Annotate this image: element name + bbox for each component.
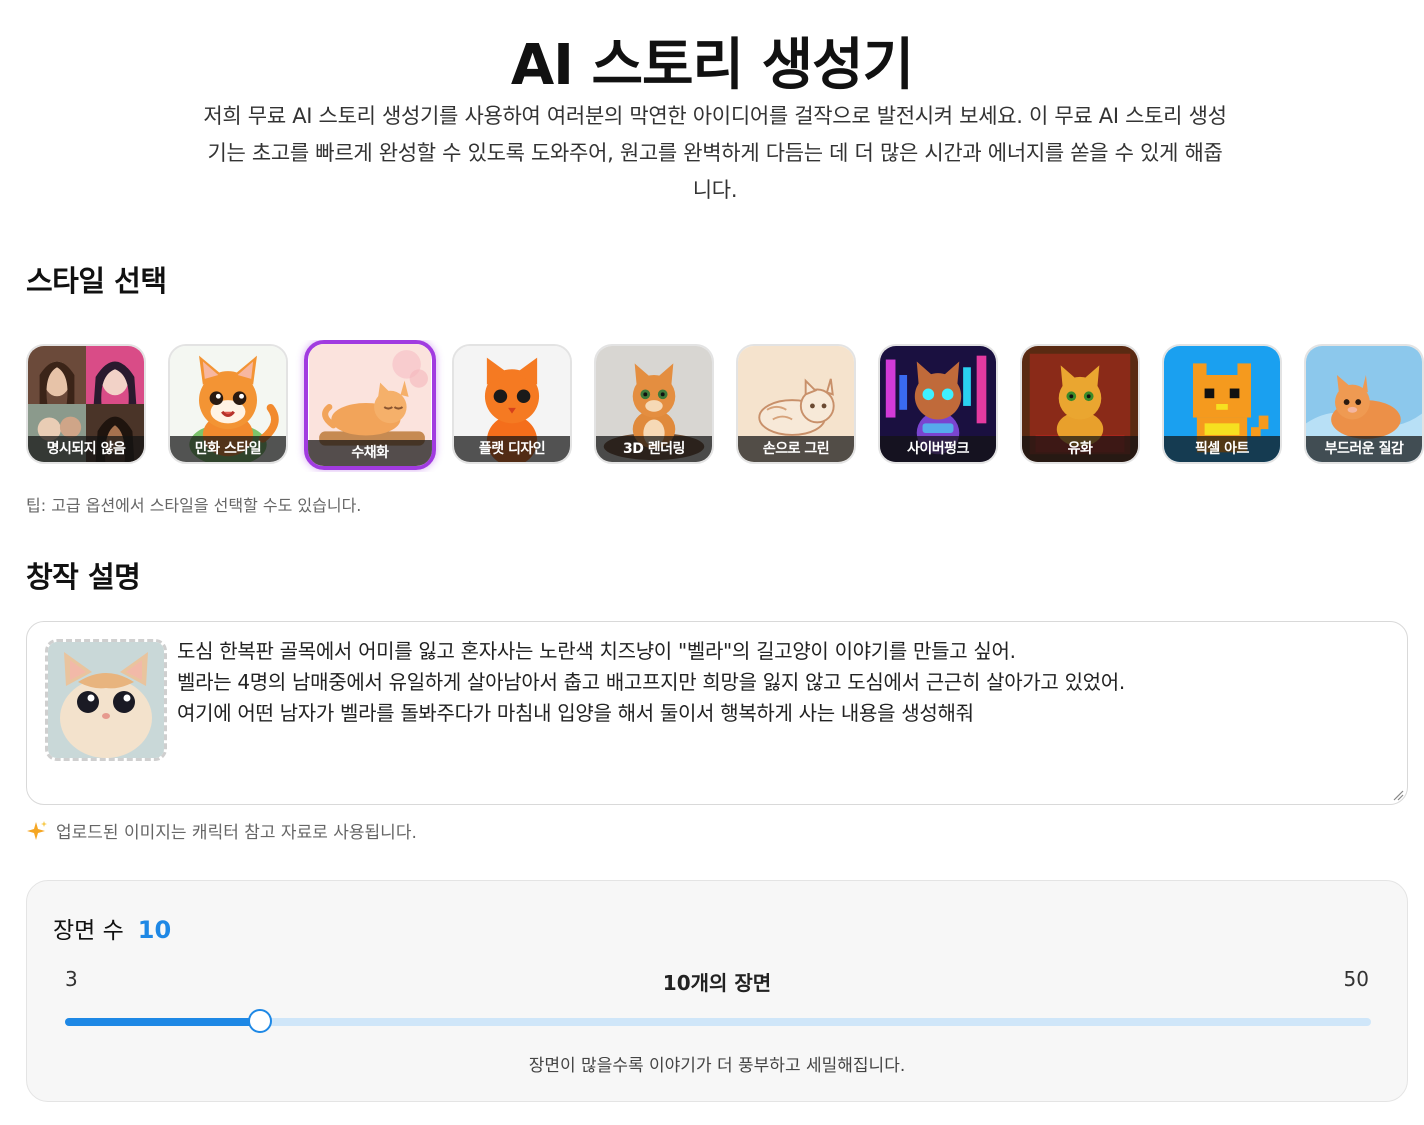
slider-current-label: 10개의 장면	[662, 971, 772, 995]
slider-max-label: 50	[1343, 967, 1369, 991]
scene-count-heading: 장면 수 10	[53, 911, 171, 945]
style-label: 플랫 디자인	[454, 436, 570, 462]
style-label: 부드러운 질감	[1306, 436, 1422, 462]
style-label: 픽셀 아트	[1164, 436, 1280, 462]
page-description: 저희 무료 AI 스토리 생성기를 사용하여 여러분의 막연한 아이디어를 걸작…	[203, 104, 1227, 202]
style-card-cartoon[interactable]: 만화 스타일	[168, 344, 288, 464]
scene-count-slider[interactable]	[65, 1009, 1371, 1033]
slider-thumb[interactable]	[248, 1009, 272, 1033]
description-section-heading: 창작 설명	[26, 560, 141, 594]
style-label: 만화 스타일	[170, 436, 286, 462]
prompt-line: 여기에 어떤 남자가 벨라를 돌봐주다가 마침내 입양을 해서 둘이서 행복하게…	[177, 701, 974, 725]
style-card-hand-drawn[interactable]: 손으로 그린	[736, 344, 856, 464]
scene-count-panel: 장면 수 10 3 10개의 장면 50 장면이 많을수록 이야기가 더 풍부하…	[26, 880, 1408, 1102]
style-label: 손으로 그린	[738, 436, 854, 462]
scene-count-value: 10	[137, 916, 172, 944]
prompt-line: 벨라는 4명의 남매중에서 유일하게 살아남아서 춥고 배고프지만 희망을 잃지…	[177, 670, 1125, 694]
resize-handle-icon[interactable]	[1392, 789, 1404, 801]
style-label: 명시되지 않음	[28, 436, 144, 462]
style-tip: 팁: 고급 옵션에서 스타일을 선택할 수도 있습니다.	[26, 496, 362, 515]
style-selector: 명시되지 않음 만화 스타일 수채화 플랫 디자인 3D 렌더링 손으로 그린 …	[26, 340, 1424, 472]
style-card-pixel-art[interactable]: 픽셀 아트	[1162, 344, 1282, 464]
scene-count-hint: 장면이 많을수록 이야기가 더 풍부하고 세밀해집니다.	[528, 1056, 906, 1076]
kitten-photo-icon	[48, 642, 164, 758]
scene-count-label: 장면 수	[53, 918, 124, 944]
style-section-heading: 스타일 선택	[26, 264, 167, 298]
style-label: 수채화	[308, 440, 432, 466]
style-label: 유화	[1022, 436, 1138, 462]
sparkle-icon	[27, 820, 47, 840]
style-label: 사이버펑크	[880, 436, 996, 462]
style-card-oil-painting[interactable]: 유화	[1020, 344, 1140, 464]
prompt-line: 도심 한복판 골목에서 어미를 잃고 혼자사는 노란색 치즈냥이 "벨라"의 길…	[177, 639, 1016, 663]
style-card-watercolor[interactable]: 수채화	[304, 340, 436, 470]
story-prompt-textarea[interactable]: 도심 한복판 골목에서 어미를 잃고 혼자사는 노란색 치즈냥이 "벨라"의 길…	[26, 621, 1408, 805]
slider-fill	[65, 1018, 260, 1026]
style-label: 3D 렌더링	[596, 436, 712, 462]
uploaded-reference-image[interactable]	[45, 639, 167, 761]
style-card-unspecified[interactable]: 명시되지 않음	[26, 344, 146, 464]
upload-note: 업로드된 이미지는 캐릭터 참고 자료로 사용됩니다.	[26, 818, 417, 843]
upload-note-text: 업로드된 이미지는 캐릭터 참고 자료로 사용됩니다.	[56, 823, 417, 843]
style-card-cyberpunk[interactable]: 사이버펑크	[878, 344, 998, 464]
page-title: AI 스토리 생성기	[510, 33, 914, 98]
style-card-soft-texture[interactable]: 부드러운 질감	[1304, 344, 1424, 464]
style-card-flat[interactable]: 플랫 디자인	[452, 344, 572, 464]
story-prompt-text: 도심 한복판 골목에서 어미를 잃고 혼자사는 노란색 치즈냥이 "벨라"의 길…	[177, 636, 1377, 729]
style-card-3d[interactable]: 3D 렌더링	[594, 344, 714, 464]
